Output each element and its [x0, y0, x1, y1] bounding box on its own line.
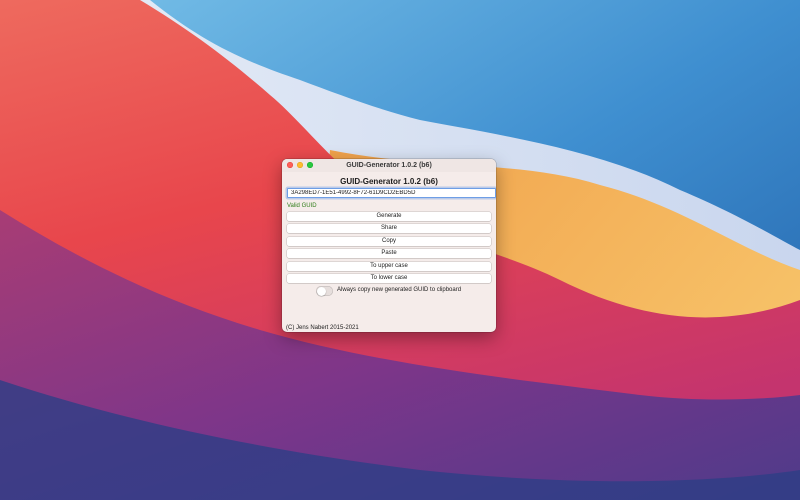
- copy-button[interactable]: Copy: [287, 237, 491, 246]
- guid-field[interactable]: [287, 187, 496, 198]
- auto-copy-label: Always copy new generated GUID to clipbo…: [337, 287, 462, 293]
- share-button[interactable]: Share: [287, 224, 491, 233]
- app-window: GUID-Generator 1.0.2 (b6) GUID-Generator…: [282, 159, 496, 332]
- window-title: GUID-Generator 1.0.2 (b6): [346, 162, 432, 169]
- to-upper-case-button[interactable]: To upper case: [287, 262, 491, 271]
- generate-button[interactable]: Generate: [287, 212, 491, 221]
- auto-copy-setting: Always copy new generated GUID to clipbo…: [316, 286, 492, 297]
- title-bar[interactable]: GUID-Generator 1.0.2 (b6): [282, 159, 496, 172]
- paste-button[interactable]: Paste: [287, 249, 491, 258]
- validation-status: Valid GUID: [287, 203, 317, 209]
- toggle-knob: [316, 286, 326, 296]
- copyright-text: (C) Jens Nabert 2015-2021: [286, 325, 359, 331]
- app-heading: GUID-Generator 1.0.2 (b6): [340, 177, 438, 186]
- to-lower-case-button[interactable]: To lower case: [287, 274, 491, 283]
- auto-copy-toggle[interactable]: [316, 286, 333, 296]
